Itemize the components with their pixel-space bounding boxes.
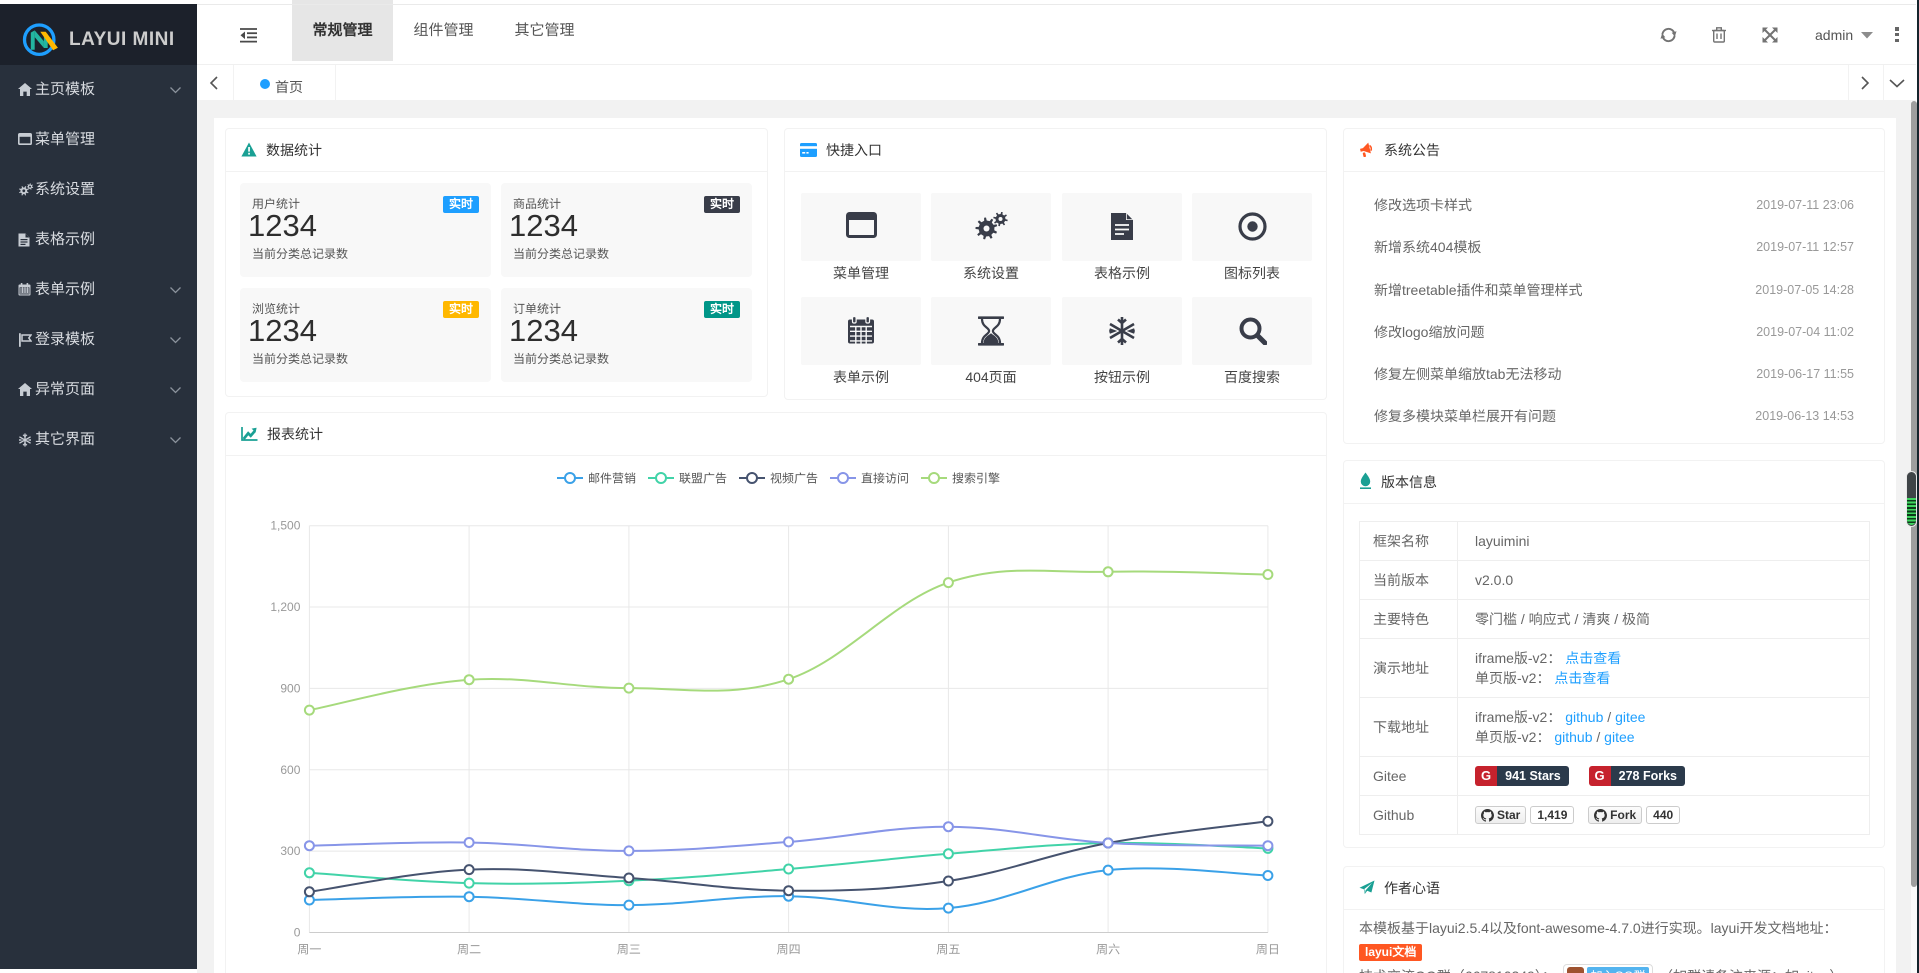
svg-text:周日: 周日: [1256, 943, 1280, 957]
svg-text:1,500: 1,500: [270, 519, 300, 533]
svg-text:周六: 周六: [1096, 943, 1120, 957]
svg-text:视频广告: 视频广告: [770, 472, 818, 486]
svg-text:周四: 周四: [777, 943, 801, 957]
svg-text:邮件营销: 邮件营销: [588, 472, 636, 486]
svg-text:300: 300: [280, 844, 300, 858]
svg-text:900: 900: [280, 681, 300, 695]
svg-text:600: 600: [280, 763, 300, 777]
svg-text:周一: 周一: [297, 943, 321, 957]
svg-text:联盟广告: 联盟广告: [679, 472, 727, 486]
svg-text:0: 0: [294, 926, 301, 940]
svg-text:周三: 周三: [617, 943, 641, 957]
svg-text:周五: 周五: [936, 943, 960, 957]
svg-text:周二: 周二: [457, 943, 481, 957]
svg-text:1,200: 1,200: [270, 600, 300, 614]
svg-text:搜索引擎: 搜索引擎: [952, 472, 1000, 486]
svg-text:直接访问: 直接访问: [861, 472, 909, 486]
